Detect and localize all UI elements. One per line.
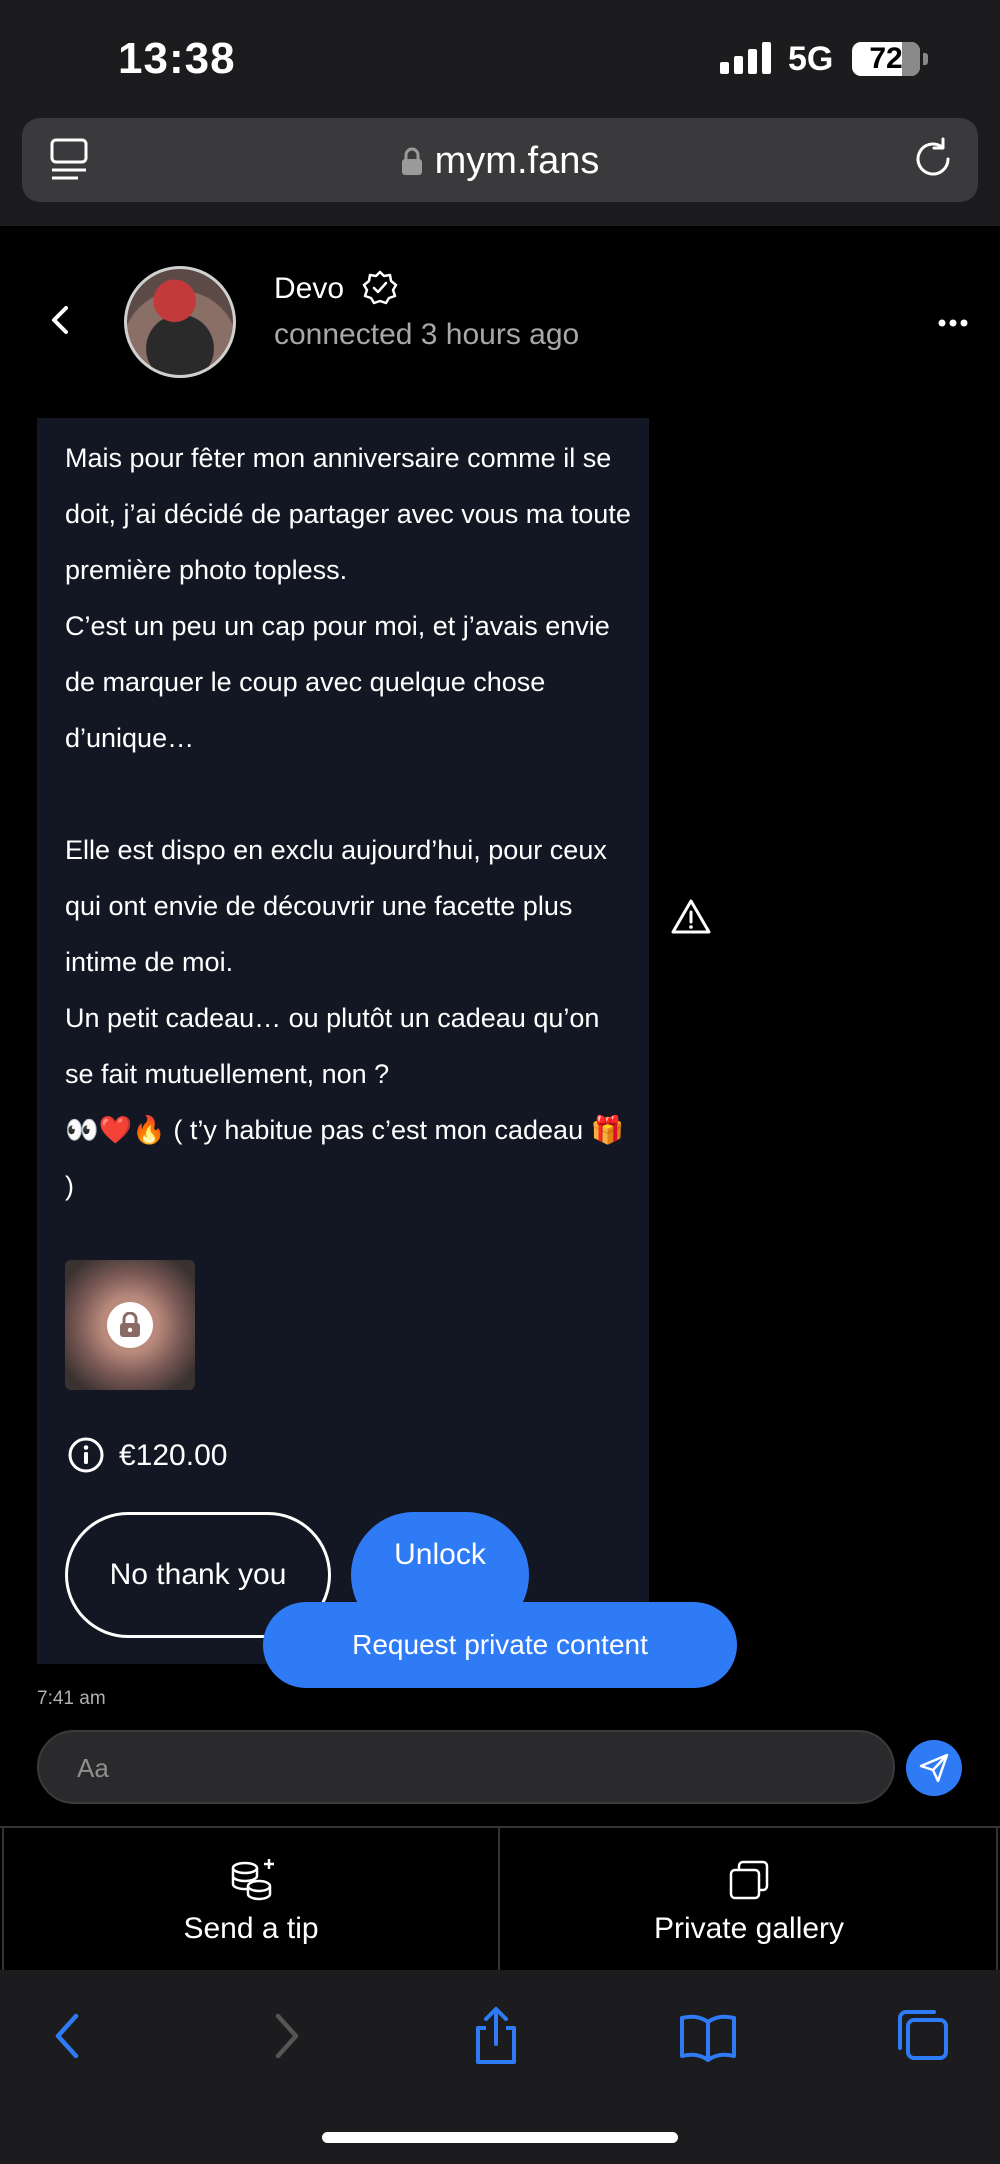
chat-action-bar: Send a tip Private gallery [0,1826,1000,1970]
request-private-content-button[interactable]: Request private content [263,1602,737,1688]
verified-badge-icon [363,270,398,305]
reload-icon[interactable] [910,136,956,182]
url-display[interactable]: mym.fans [22,140,978,183]
browser-back-icon[interactable] [38,2006,98,2066]
message-paragraph: C’est un peu un cap pour moi, et j’avais… [65,611,610,753]
message-paragraph: 👀❤️🔥 ( t’y habitue pas c’est mon cadeau … [65,1115,625,1201]
tabs-icon[interactable] [890,2006,950,2066]
home-indicator [322,2132,678,2143]
lock-icon [401,147,422,175]
message-paragraph: Mais pour fêter mon anniversaire comme i… [65,443,631,585]
more-options-icon[interactable] [938,318,968,328]
back-chevron-icon[interactable] [46,300,74,340]
send-icon [919,1753,949,1783]
status-time: 13:38 [118,34,236,83]
battery-indicator: 72 [852,42,928,76]
avatar[interactable] [124,266,236,378]
lock-icon [107,1302,153,1348]
message-blank-line [65,766,635,822]
contact-name: Devo [274,272,345,305]
status-bar: 13:38 5G 72 [0,0,1000,118]
private-gallery-label: Private gallery [653,1912,845,1945]
send-button[interactable] [906,1740,962,1796]
url-bar[interactable]: mym.fans [22,118,978,202]
message-bubble: Mais pour fêter mon anniversaire comme i… [37,418,649,1664]
last-seen-status: connected 3 hours ago [274,318,580,351]
price-row: €120.00 [67,1436,227,1476]
private-gallery-button[interactable]: Private gallery [502,1828,998,1970]
signal-icon [720,42,771,74]
message-composer[interactable] [37,1730,895,1804]
contact-name-row[interactable]: Devo [274,270,398,306]
share-icon[interactable] [466,2006,526,2066]
battery-level: 72 [869,42,903,75]
network-type: 5G [788,40,834,78]
report-warning-icon[interactable] [670,898,712,936]
browser-forward-icon[interactable] [256,2006,316,2066]
message-input[interactable] [77,1750,837,1786]
send-tip-label: Send a tip [183,1912,319,1945]
url-text: mym.fans [434,140,600,182]
message-paragraph: Un petit cadeau… ou plutôt un cadeau qu’… [65,1003,600,1089]
browser-url-area: mym.fans [0,118,1000,226]
message-paragraph: Elle est dispo en exclu aujourd’hui, pou… [65,835,607,977]
gallery-icon [729,1860,769,1900]
bookmarks-icon[interactable] [678,2006,738,2066]
message-timestamp: 7:41 am [37,1688,106,1709]
price-value: €120.00 [119,1439,228,1472]
coins-plus-icon [231,1859,274,1901]
send-tip-button[interactable]: Send a tip [2,1828,500,1970]
message-text: Mais pour fêter mon anniversaire comme i… [65,430,635,1214]
info-icon[interactable] [67,1436,105,1474]
locked-media-thumbnail[interactable] [65,1260,195,1390]
browser-toolbar [0,1970,1000,2164]
